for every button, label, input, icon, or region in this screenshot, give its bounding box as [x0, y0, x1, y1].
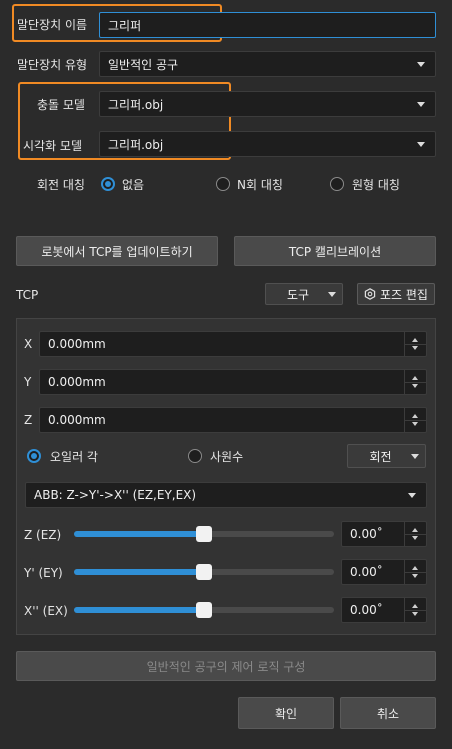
angle-y-label: Y' (EY) — [24, 566, 63, 580]
terminal-type-value: 일반적인 공구 — [108, 57, 179, 72]
radio-quaternion-label: 사원수 — [210, 450, 244, 464]
angle-x-slider[interactable] — [74, 602, 334, 618]
update-tcp-button[interactable]: 로봇에서 TCP를 업데이트하기 — [16, 236, 218, 266]
collision-model-select[interactable]: 그리퍼.obj — [99, 91, 436, 117]
chevron-down-icon — [417, 142, 425, 147]
x-value: 0.000mm — [48, 337, 106, 351]
radio-quaternion[interactable] — [188, 449, 202, 463]
angle-y-spinner[interactable] — [404, 560, 426, 584]
angle-y-slider[interactable] — [74, 564, 334, 580]
angle-z-input[interactable]: 0.00˚ — [341, 521, 427, 547]
euler-convention-value: ABB: Z->Y'->X'' (EZ,EY,EX) — [34, 488, 197, 502]
chevron-down-icon — [417, 102, 425, 107]
radio-euler-label: 오일러 각 — [50, 450, 98, 464]
rotation-select[interactable]: 회전 — [347, 444, 426, 468]
y-label: Y — [24, 375, 32, 389]
angle-z-slider-handle[interactable] — [196, 526, 212, 542]
radio-n-fold-label: N회 대칭 — [237, 178, 283, 192]
euler-convention-select[interactable]: ABB: Z->Y'->X'' (EZ,EY,EX) — [25, 482, 427, 508]
x-label: X — [24, 337, 33, 351]
angle-x-value: 0.00˚ — [350, 603, 383, 617]
angle-x-slider-handle[interactable] — [196, 602, 212, 618]
rotation-symmetry-label: 회전 대칭 — [37, 178, 85, 192]
hexagon-gear-icon — [364, 288, 376, 300]
z-value: 0.000mm — [48, 413, 106, 427]
x-spinner[interactable] — [404, 332, 426, 356]
terminal-name-input[interactable]: 그리퍼 — [99, 12, 436, 38]
angle-z-spinner[interactable] — [404, 522, 426, 546]
angle-x-spinner[interactable] — [404, 598, 426, 622]
angle-x-label: X'' (EX) — [24, 604, 68, 618]
angle-y-value: 0.00˚ — [350, 565, 383, 579]
angle-x-input[interactable]: 0.00˚ — [341, 597, 427, 623]
terminal-type-label: 말단장치 유형 — [17, 58, 88, 72]
tcp-calibration-button[interactable]: TCP 캘리브레이션 — [234, 236, 436, 266]
radio-none[interactable] — [101, 177, 115, 191]
y-value: 0.000mm — [48, 375, 106, 389]
visual-model-select[interactable]: 그리퍼.obj — [99, 131, 436, 157]
radio-circular[interactable] — [330, 177, 344, 191]
chevron-down-icon — [408, 493, 416, 498]
chevron-down-icon — [411, 454, 419, 459]
tcp-frame-select[interactable]: 도구 — [265, 283, 343, 305]
visual-model-label: 시각화 모델 — [23, 139, 83, 153]
radio-n-fold[interactable] — [216, 177, 230, 191]
terminal-type-select[interactable]: 일반적인 공구 — [99, 51, 436, 77]
terminal-name-label: 말단장치 이름 — [17, 18, 88, 32]
control-logic-button[interactable]: 일반적인 공구의 제어 로직 구성 — [16, 651, 436, 681]
collision-model-value: 그리퍼.obj — [108, 97, 164, 112]
rotation-select-value: 회전 — [369, 449, 392, 464]
angle-z-slider[interactable] — [74, 526, 334, 542]
visual-model-value: 그리퍼.obj — [108, 137, 164, 152]
collision-model-label: 충돌 모델 — [37, 98, 85, 112]
radio-euler[interactable] — [27, 449, 41, 463]
cancel-button[interactable]: 취소 — [340, 697, 436, 729]
x-input[interactable]: 0.000mm — [39, 331, 427, 357]
pose-edit-label: 포즈 편집 — [380, 287, 428, 302]
confirm-button[interactable]: 확인 — [238, 697, 334, 729]
angle-y-slider-handle[interactable] — [196, 564, 212, 580]
pose-edit-button[interactable]: 포즈 편집 — [357, 283, 435, 305]
angle-y-input[interactable]: 0.00˚ — [341, 559, 427, 585]
chevron-down-icon — [417, 62, 425, 67]
z-spinner[interactable] — [404, 408, 426, 432]
y-spinner[interactable] — [404, 370, 426, 394]
tcp-label: TCP — [16, 288, 39, 302]
tcp-panel — [16, 318, 436, 635]
angle-z-label: Z (EZ) — [24, 528, 62, 542]
y-input[interactable]: 0.000mm — [39, 369, 427, 395]
radio-circular-label: 원형 대칭 — [352, 178, 400, 192]
angle-x-slider-fill — [74, 607, 204, 613]
radio-none-label: 없음 — [122, 178, 145, 192]
angle-z-slider-fill — [74, 531, 204, 537]
angle-z-value: 0.00˚ — [350, 527, 383, 541]
tcp-frame-value: 도구 — [286, 287, 310, 302]
z-label: Z — [24, 413, 33, 427]
chevron-down-icon — [328, 292, 336, 297]
angle-y-slider-fill — [74, 569, 204, 575]
z-input[interactable]: 0.000mm — [39, 407, 427, 433]
